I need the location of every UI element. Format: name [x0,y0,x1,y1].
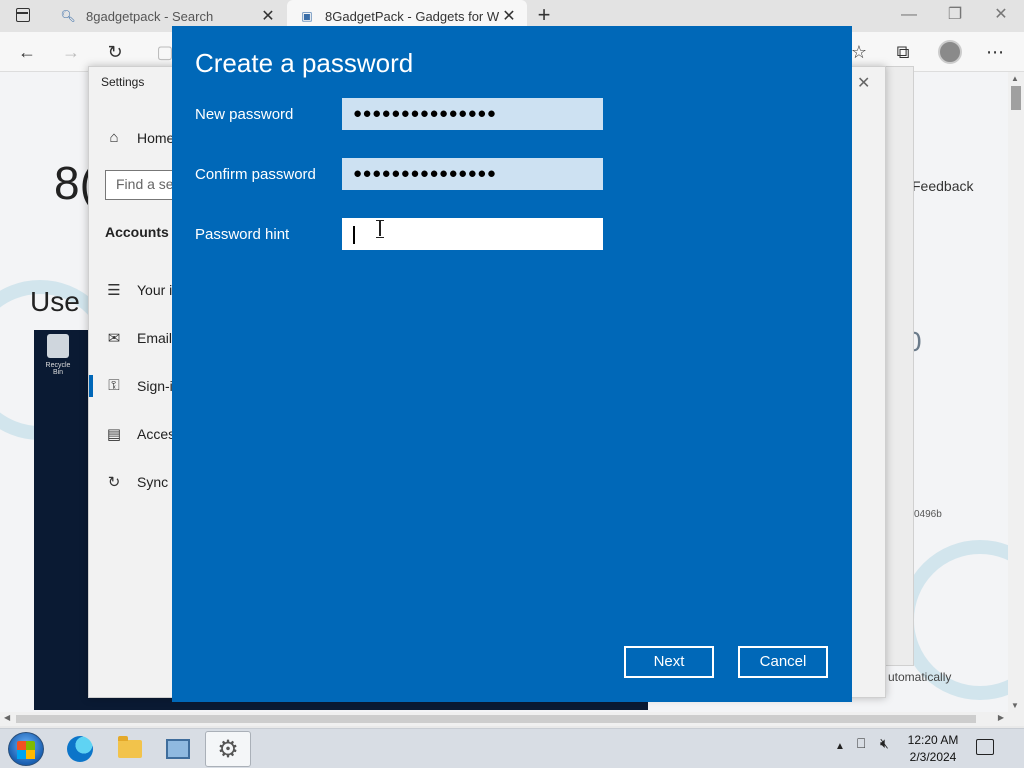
user-info-icon: ☰ [107,282,121,299]
volume-muted-icon[interactable]: 🔇︎ [880,735,889,752]
settings-item-your-info[interactable]: ☰ Your i [105,281,172,299]
scroll-thumb[interactable] [1011,86,1021,110]
hash-text: 0496b [914,509,942,520]
settings-item-email[interactable]: ✉ Email [105,329,172,347]
close-window-icon[interactable]: ✕ [978,0,1024,30]
home-icon: ⌂ [109,129,119,146]
ibeam-cursor-icon [376,220,384,238]
tab-label: 8gadgetpack - Search [86,8,214,24]
restore-icon[interactable]: ❐ [932,0,978,30]
network-icon[interactable]: ⎕ [857,735,865,752]
recycle-bin-icon: Recycle Bin [40,334,76,376]
control-panel-icon [166,739,190,759]
cancel-button[interactable]: Cancel [738,646,828,678]
create-password-dialog: Create a password New password ●●●●●●●●●… [172,26,852,702]
more-icon[interactable]: ⋯ [982,40,1008,64]
settings-item-label: Sign-i [137,377,173,394]
refresh-icon[interactable]: ↻ [102,40,128,64]
settings-section-title: Accounts [105,224,169,240]
settings-item-label: Acces [137,426,176,442]
confirm-password-label: Confirm password [195,166,316,183]
settings-title: Settings [101,75,145,89]
scroll-up-icon[interactable]: ▲ [1011,74,1019,83]
scroll-corner [1008,712,1024,726]
forward-icon[interactable]: → [58,40,84,64]
settings-home[interactable]: ⌂ Home [105,129,174,146]
edge-icon [67,736,93,762]
new-password-label: New password [195,106,294,123]
scroll-right-icon[interactable]: ▶ [998,713,1004,722]
tab-actions-icon[interactable] [10,7,38,25]
profile-icon[interactable] [938,40,962,64]
show-hidden-icons-icon[interactable]: ▲ [835,741,845,752]
next-button[interactable]: Next [624,646,714,678]
briefcase-icon: ▤ [106,426,122,443]
close-icon[interactable]: ✕ [857,73,870,93]
folder-icon [118,736,142,758]
confirm-password-field[interactable]: ●●●●●●●●●●●●●●● [342,158,603,190]
key-icon: ⚿ [108,377,120,394]
password-hint-label: Password hint [195,226,290,243]
clock-time: 12:20 AM [907,733,959,747]
scroll-down-icon[interactable]: ▼ [1011,701,1019,710]
settings-item-sign-in[interactable]: ⚿ Sign-i [105,377,173,394]
control-panel-taskbar-button[interactable] [155,731,201,767]
settings-home-label: Home [137,129,175,146]
minimize-icon[interactable]: — [886,0,932,30]
close-icon[interactable]: ✕ [499,6,519,26]
feedback-link[interactable]: Feedback [912,178,973,194]
edge-taskbar-button[interactable] [57,731,103,767]
start-button[interactable] [8,732,44,766]
close-icon[interactable]: ✕ [258,6,278,26]
settings-item-label: Email [137,330,173,346]
vertical-scrollbar[interactable]: ▲ ▼ [1008,72,1024,712]
scroll-left-icon[interactable]: ◀ [4,713,10,722]
clock[interactable]: 12:20 AM 2/3/2024 [905,732,961,766]
auto-text: utomatically [888,670,952,684]
dialog-title: Create a password [195,48,414,78]
new-password-field[interactable]: ●●●●●●●●●●●●●●● [342,98,603,130]
search-icon: 🔍︎ [60,9,76,23]
selection-indicator [89,375,93,397]
horizontal-scrollbar[interactable]: ◀ ▶ [0,712,1008,726]
taskbar: ⚙ ▲ ⎕ 🔇︎ 12:20 AM 2/3/2024 [0,728,1024,768]
text-caret [353,226,355,244]
notification-icon[interactable] [976,739,994,755]
tab-label: 8GadgetPack - Gadgets for Win [325,8,499,24]
settings-item-label: Your i [137,282,173,298]
back-icon[interactable]: ← [14,40,40,64]
windows-logo-icon [17,741,35,759]
new-tab-button[interactable]: + [534,4,554,26]
clock-date: 2/3/2024 [909,750,957,764]
recycle-bin-label: Recycle Bin [45,362,71,376]
sync-icon: ↻ [107,474,121,491]
settings-item-access[interactable]: ▤ Acces [105,425,175,443]
collections-icon[interactable]: ⧉ [890,40,916,64]
mail-icon: ✉ [107,330,121,347]
gear-icon: ⚙ [217,735,239,763]
scroll-thumb[interactable] [16,715,976,723]
settings-taskbar-button[interactable]: ⚙ [205,731,251,767]
page-icon: ▣ [301,9,313,23]
explorer-taskbar-button[interactable] [107,731,153,767]
settings-item-sync[interactable]: ↻ Sync y [105,473,179,491]
